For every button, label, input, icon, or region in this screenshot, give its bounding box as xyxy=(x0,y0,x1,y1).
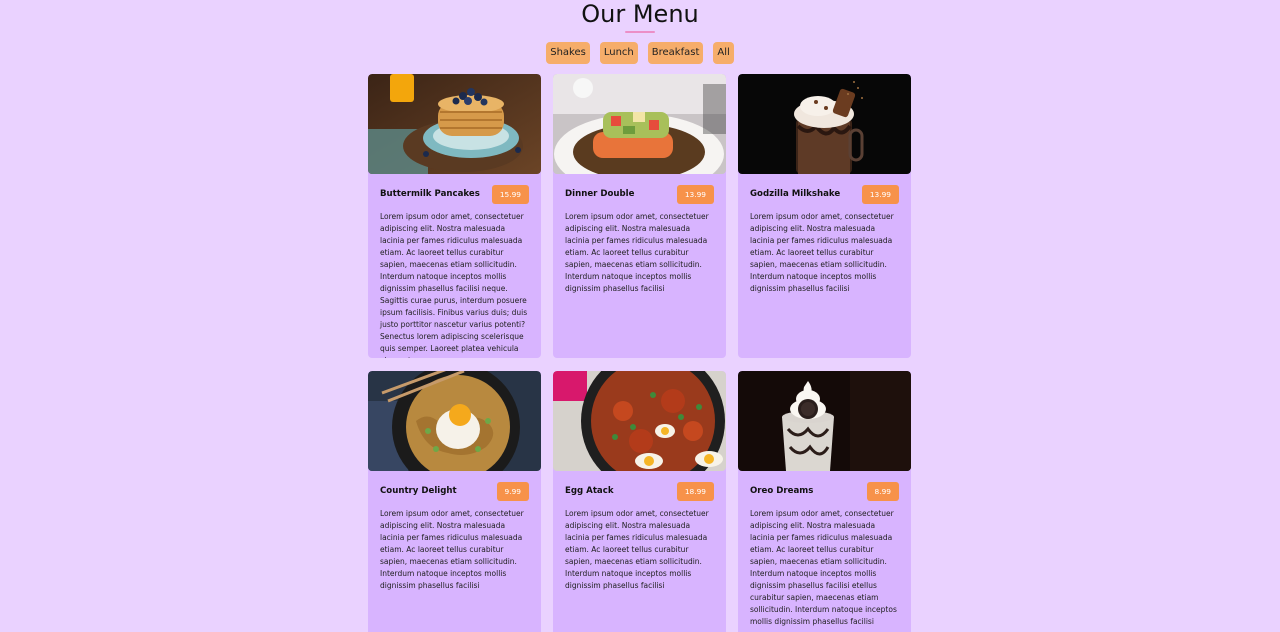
menu-card: Godzilla Milkshake 13.99 Lorem ipsum odo… xyxy=(738,74,911,358)
shakshuka-photo xyxy=(553,371,726,471)
item-description: Lorem ipsum odor amet, consectetuer adip… xyxy=(380,212,528,358)
item-description: Lorem ipsum odor amet, consectetuer adip… xyxy=(380,509,524,590)
price-badge: 13.99 xyxy=(676,184,714,204)
price-badge: 8.99 xyxy=(866,481,899,501)
menu-grid: Buttermilk Pancakes 15.99 Lorem ipsum od… xyxy=(368,74,912,632)
item-name: Buttermilk Pancakes xyxy=(380,189,480,199)
item-description: Lorem ipsum odor amet, consectetuer adip… xyxy=(565,509,709,590)
noodles-egg-photo xyxy=(368,371,541,471)
card-header: Country Delight 9.99 xyxy=(380,481,529,501)
filter-bar: Shakes Lunch Breakfast All xyxy=(0,42,1280,64)
card-header: Oreo Dreams 8.99 xyxy=(750,481,899,501)
filter-breakfast-button[interactable]: Breakfast xyxy=(647,42,704,64)
price-badge: 13.99 xyxy=(861,184,899,204)
item-description: Lorem ipsum odor amet, consectetuer adip… xyxy=(750,212,894,293)
milkshake-photo xyxy=(738,74,911,174)
item-name: Country Delight xyxy=(380,486,457,496)
menu-card: Oreo Dreams 8.99 Lorem ipsum odor amet, … xyxy=(738,371,911,632)
price-badge: 9.99 xyxy=(496,481,529,501)
menu-card: Dinner Double 13.99 Lorem ipsum odor ame… xyxy=(553,74,726,358)
pancakes-photo xyxy=(368,74,541,174)
item-name: Egg Atack xyxy=(565,486,614,496)
card-header: Buttermilk Pancakes 15.99 xyxy=(380,184,529,204)
price-badge: 15.99 xyxy=(491,184,529,204)
item-description: Lorem ipsum odor amet, consectetuer adip… xyxy=(565,212,709,293)
filter-all-button[interactable]: All xyxy=(713,42,734,64)
menu-card: Egg Atack 18.99 Lorem ipsum odor amet, c… xyxy=(553,371,726,632)
salmon-dish-photo xyxy=(553,74,726,174)
price-badge: 18.99 xyxy=(676,481,714,501)
menu-card: Country Delight 9.99 Lorem ipsum odor am… xyxy=(368,371,541,632)
oreo-shake-photo xyxy=(738,371,911,471)
item-name: Dinner Double xyxy=(565,189,635,199)
page-title: Our Menu xyxy=(581,0,699,28)
filter-lunch-button[interactable]: Lunch xyxy=(599,42,638,64)
item-description: Lorem ipsum odor amet, consectetuer adip… xyxy=(750,509,897,626)
title-underline xyxy=(625,31,655,33)
card-header: Dinner Double 13.99 xyxy=(565,184,714,204)
filter-shakes-button[interactable]: Shakes xyxy=(546,42,590,64)
item-name: Godzilla Milkshake xyxy=(750,189,841,199)
item-name: Oreo Dreams xyxy=(750,486,814,496)
card-header: Egg Atack 18.99 xyxy=(565,481,714,501)
card-header: Godzilla Milkshake 13.99 xyxy=(750,184,899,204)
menu-card: Buttermilk Pancakes 15.99 Lorem ipsum od… xyxy=(368,74,541,358)
